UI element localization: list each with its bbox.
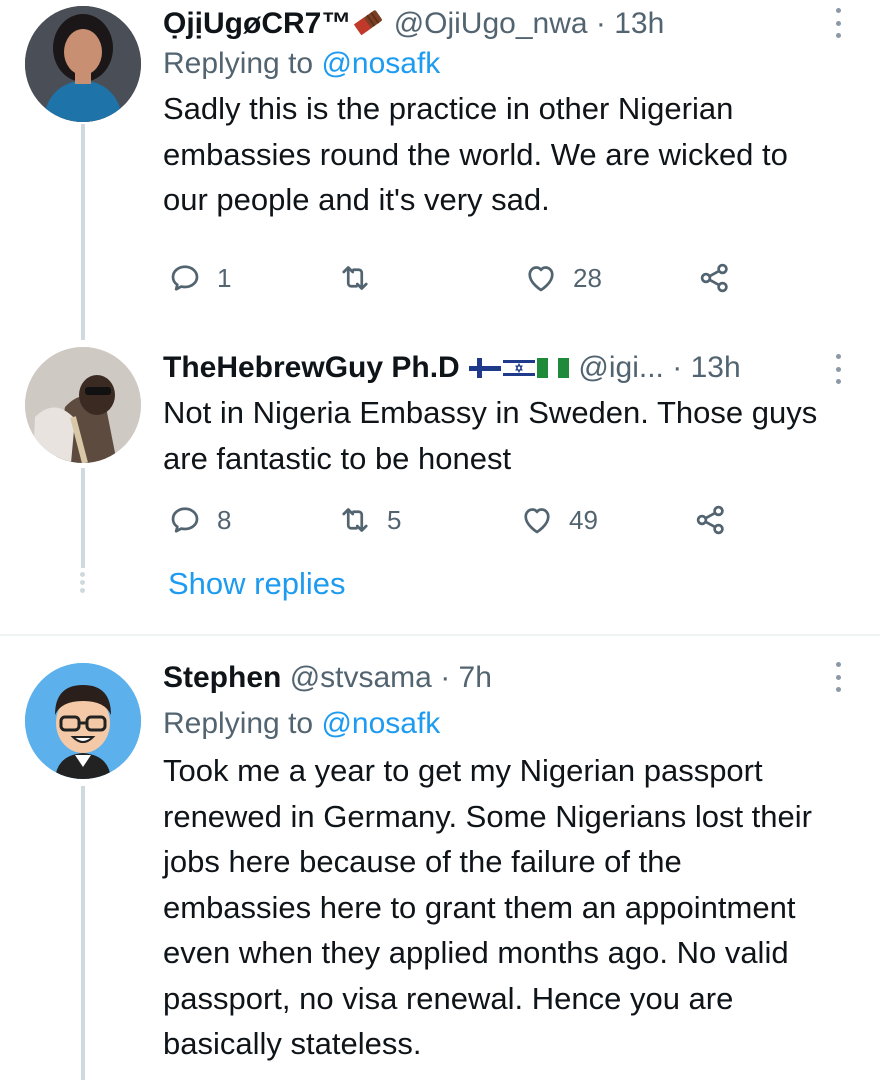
replying-to-label: Replying to xyxy=(163,47,322,80)
reply-icon xyxy=(171,265,199,291)
separator-dot: · xyxy=(440,661,451,694)
show-replies-link[interactable]: Show replies xyxy=(168,566,345,602)
reply-count: 8 xyxy=(217,504,232,535)
avatar[interactable] xyxy=(25,6,141,122)
thread-line xyxy=(81,124,85,340)
share-button[interactable] xyxy=(693,498,729,542)
israel-flag-icon xyxy=(502,352,536,388)
thread-collapsed-dots xyxy=(80,572,86,593)
retweet-count: 5 xyxy=(387,504,402,535)
avatar[interactable] xyxy=(25,663,141,779)
reply-icon xyxy=(171,507,199,533)
display-name[interactable]: Stephen xyxy=(163,661,281,694)
like-button[interactable]: 49 xyxy=(519,498,598,542)
retweet-button[interactable] xyxy=(337,256,387,300)
like-icon xyxy=(524,508,550,534)
tweet-text: Not in Nigeria Embassy in Sweden. Those … xyxy=(163,395,818,476)
finland-flag-icon xyxy=(468,352,502,388)
reply-button[interactable]: 1 xyxy=(167,256,231,300)
replying-to-label: Replying to xyxy=(163,707,322,740)
avatar-image xyxy=(25,663,141,779)
handle[interactable]: @igi... xyxy=(578,351,663,384)
replying-to-mention[interactable]: @nosafk xyxy=(321,707,440,740)
divider xyxy=(0,634,880,636)
retweet-icon xyxy=(342,508,368,532)
tweet-actions: 8 5 49 xyxy=(163,498,783,542)
avatar[interactable] xyxy=(25,347,141,463)
separator-dot: · xyxy=(672,351,683,384)
tweet-header: ỌjịUgøCR7™ @OjiUgo_nwa · 13h xyxy=(163,4,840,44)
timestamp[interactable]: 13h xyxy=(691,351,741,384)
reply-count: 1 xyxy=(217,262,232,293)
like-count: 28 xyxy=(573,262,602,293)
display-name[interactable]: ỌjịUgøCR7™ xyxy=(163,7,351,40)
thread-line xyxy=(81,468,85,568)
tweet-text: Sadly this is the practice in other Nige… xyxy=(163,91,788,217)
timestamp[interactable]: 13h xyxy=(614,7,664,40)
nigeria-flag-icon xyxy=(536,352,570,388)
thread-line xyxy=(81,786,85,1080)
like-button[interactable]: 28 xyxy=(523,256,602,300)
more-icon[interactable] xyxy=(832,8,844,38)
replying-to-mention[interactable]: @nosafk xyxy=(321,47,440,80)
handle[interactable]: @OjiUgo_nwa xyxy=(394,7,588,40)
tweet-header: TheHebrewGuy Ph.D @igi... · 13h xyxy=(163,348,840,388)
tweet-actions: 1 28 xyxy=(163,256,783,300)
handle[interactable]: @stvsama xyxy=(290,661,432,694)
retweet-icon xyxy=(342,266,368,290)
reply-button[interactable]: 8 xyxy=(167,498,231,542)
more-icon[interactable] xyxy=(832,662,844,692)
share-icon xyxy=(696,505,724,535)
display-name[interactable]: TheHebrewGuy Ph.D xyxy=(163,351,460,384)
chocolate-emoji-icon xyxy=(351,7,385,44)
tweet-2[interactable]: TheHebrewGuy Ph.D @igi... · 13h Not in N… xyxy=(0,340,880,630)
tweet-3[interactable]: Stephen @stvsama · 7h Replying to @nosaf… xyxy=(0,640,880,1080)
share-icon xyxy=(700,263,728,293)
more-icon[interactable] xyxy=(832,354,844,384)
share-button[interactable] xyxy=(697,256,733,300)
tweet-text: Took me a year to get my Nigerian passpo… xyxy=(163,753,812,1061)
retweet-button[interactable]: 5 xyxy=(337,498,401,542)
avatar-image xyxy=(25,347,141,463)
replying-to: Replying to @nosafk xyxy=(163,704,840,744)
like-count: 49 xyxy=(569,504,598,535)
avatar-image xyxy=(25,6,141,122)
timestamp[interactable]: 7h xyxy=(459,661,492,694)
replying-to: Replying to @nosafk xyxy=(163,44,840,84)
like-icon xyxy=(528,266,554,292)
separator-dot: · xyxy=(595,7,606,40)
tweet-header: Stephen @stvsama · 7h xyxy=(163,658,840,698)
tweet-1[interactable]: ỌjịUgøCR7™ @OjiUgo_nwa · 13h Replying to… xyxy=(0,0,880,340)
